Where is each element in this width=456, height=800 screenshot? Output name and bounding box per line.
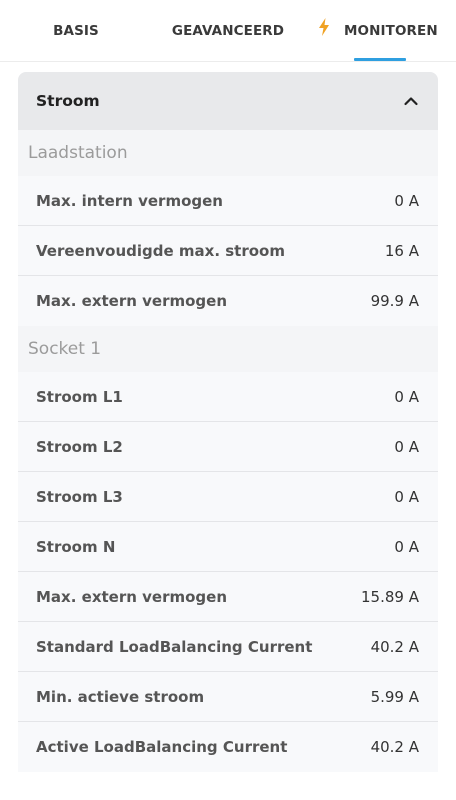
row-value: 40.2 A	[370, 738, 419, 756]
row-value: 0 A	[394, 387, 419, 406]
row-value: 5.99 A	[370, 687, 419, 706]
list-item: Min. actieve stroom 5.99 A	[18, 672, 438, 722]
tab-bar: BASIS GEAVANCEERD MONITOREN	[0, 0, 456, 62]
row-label: Max. intern vermogen	[36, 191, 223, 210]
group-title: Laadstation	[18, 130, 438, 176]
list-item: Max. extern vermogen 99.9 A	[18, 276, 438, 326]
row-label: Stroom L2	[36, 437, 123, 456]
group-title: Socket 1	[18, 326, 438, 372]
list-item: Active LoadBalancing Current 40.2 A	[18, 722, 438, 772]
tab-geavanceerd[interactable]: GEAVANCEERD	[168, 0, 288, 62]
tab-geavanceerd-label: GEAVANCEERD	[171, 23, 285, 39]
row-value: 99.9 A	[370, 292, 419, 310]
list-item: Max. extern vermogen 15.89 A	[18, 572, 438, 622]
row-label: Max. extern vermogen	[36, 587, 228, 606]
list-item: Stroom L1 0 A	[18, 372, 438, 422]
row-value: 0 A	[394, 437, 419, 456]
row-label: Stroom L3	[36, 487, 123, 506]
list-item: Standard LoadBalancing Current 40.2 A	[18, 622, 438, 672]
stroom-section-header[interactable]: Stroom	[18, 72, 438, 130]
row-label: Active LoadBalancing Current	[36, 738, 288, 756]
chevron-up-icon[interactable]	[402, 92, 420, 110]
tab-basis-label: BASIS	[53, 23, 99, 39]
row-label: Stroom N	[36, 537, 116, 556]
tab-monitoren[interactable]: MONITOREN	[318, 0, 448, 62]
row-value: 40.2 A	[370, 637, 419, 656]
list-item: Stroom L3 0 A	[18, 472, 438, 522]
tab-basis[interactable]: BASIS	[40, 0, 112, 62]
stroom-panel: Stroom Laadstation Max. intern vermogen …	[18, 72, 438, 772]
section-title: Stroom	[36, 92, 100, 110]
row-value: 0 A	[394, 487, 419, 506]
row-label: Stroom L1	[36, 387, 123, 406]
row-label: Min. actieve stroom	[36, 687, 205, 706]
list-item: Vereenvoudigde max. stroom 16 A	[18, 226, 438, 276]
row-value: 15.89 A	[361, 587, 419, 606]
tab-monitoren-label: MONITOREN	[344, 23, 438, 39]
group-socket-1: Socket 1 Stroom L1 0 A Stroom L2 0 A Str…	[18, 326, 438, 772]
list-item: Stroom L2 0 A	[18, 422, 438, 472]
lightning-bolt-icon	[319, 18, 329, 36]
list-item: Max. intern vermogen 0 A	[18, 176, 438, 226]
row-value: 0 A	[394, 191, 419, 210]
list-item: Stroom N 0 A	[18, 522, 438, 572]
row-label: Max. extern vermogen	[36, 292, 228, 310]
row-label: Standard LoadBalancing Current	[36, 637, 313, 656]
group-laadstation: Laadstation Max. intern vermogen 0 A Ver…	[18, 130, 438, 326]
row-value: 16 A	[384, 241, 419, 260]
row-value: 0 A	[394, 537, 419, 556]
row-label: Vereenvoudigde max. stroom	[36, 241, 285, 260]
active-tab-indicator	[354, 58, 406, 61]
